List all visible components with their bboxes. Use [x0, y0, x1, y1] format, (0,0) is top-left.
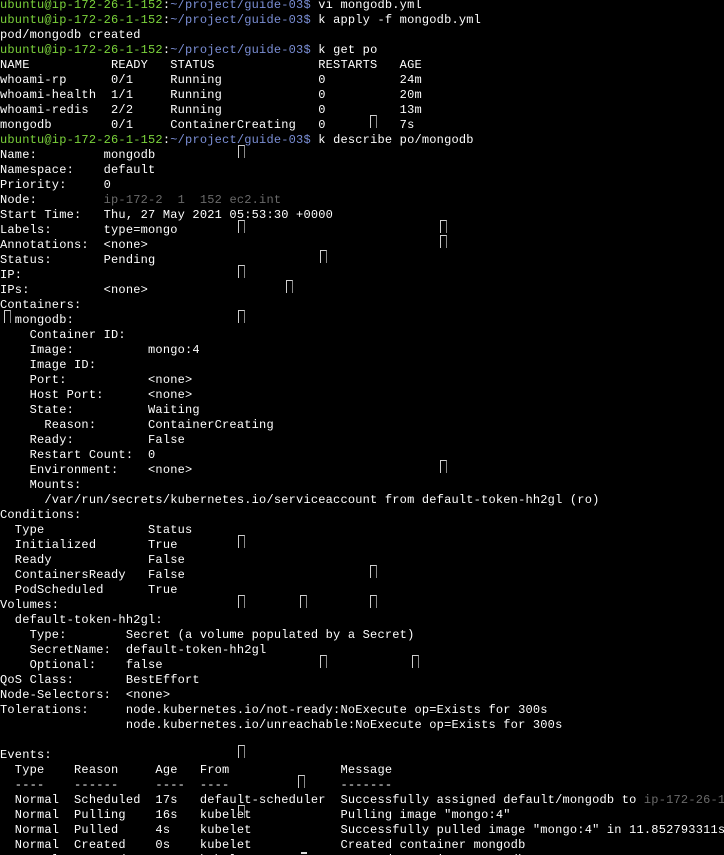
output-line: NAME READY STATUS RESTARTS AGE	[0, 58, 422, 72]
output-line: Node-Selectors: <none>	[0, 688, 171, 702]
cursor-artifact	[298, 775, 305, 788]
output-text: Node:	[0, 193, 104, 207]
prompt-path: ~/project/guide-03$	[170, 13, 311, 27]
output-line: Type Reason Age From Message	[0, 763, 393, 777]
cursor-artifact	[238, 745, 245, 758]
prompt-line: ubuntu@ip-172-26-1-152:~/project/guide-0…	[0, 43, 377, 58]
cursor-artifact	[4, 310, 11, 323]
output-line: Type: Secret (a volume populated by a Se…	[0, 628, 415, 642]
output-line: ---- ------ ---- ---- -------	[0, 778, 393, 792]
output-line: Tolerations: node.kubernetes.io/not-read…	[0, 703, 548, 717]
output-line: Annotations: <none>	[0, 238, 149, 252]
output-line: Container ID:	[0, 328, 126, 342]
cursor-artifact	[238, 535, 245, 548]
output-line: Normal Scheduled 17s default-scheduler S…	[0, 793, 724, 808]
cursor-artifact	[370, 565, 377, 578]
prompt-path: ~/project/guide-03$	[170, 43, 311, 57]
prompt-user: ubuntu@ip-172-26-1-152	[0, 0, 163, 12]
output-line: default-token-hh2gl:	[0, 613, 163, 627]
output-line: IP:	[0, 268, 23, 282]
output-text: Normal Scheduled 17s default-scheduler S…	[0, 793, 644, 807]
output-line: Volumes:	[0, 598, 60, 612]
prompt-user: ubuntu@ip-172-26-1-152	[0, 13, 163, 27]
prompt-user: ubuntu@ip-172-26-1-152	[0, 43, 163, 57]
command-text: k get po	[310, 43, 378, 57]
cursor-artifact	[300, 595, 307, 608]
output-line: Image: mongo:4	[0, 343, 200, 357]
output-line: Normal Pulling 16s kubelet Pulling image…	[0, 808, 511, 822]
output-line: ContainersReady False	[0, 568, 186, 582]
output-line: pod/mongodb created	[0, 28, 141, 42]
output-line: Conditions:	[0, 508, 82, 522]
cursor-artifact	[440, 220, 447, 233]
output-line: PodScheduled True	[0, 583, 178, 597]
output-line: Normal Pulled 4s kubelet Successfully pu…	[0, 823, 724, 837]
output-line: Initialized True	[0, 538, 178, 552]
prompt-line: ubuntu@ip-172-26-1-152:~/project/guide-0…	[0, 133, 474, 148]
cursor-artifact	[238, 220, 245, 233]
output-line: mongodb 0/1 ContainerCreating 0 7s	[0, 118, 415, 132]
prompt-path: ~/project/guide-03$	[170, 0, 311, 12]
output-line: Reason: ContainerCreating	[0, 418, 274, 432]
cursor-artifact	[320, 655, 327, 668]
output-line: Normal Created 0s kubelet Created contai…	[0, 838, 526, 852]
output-line: Environment: <none>	[0, 463, 193, 477]
cursor-artifact	[370, 115, 377, 128]
cursor-artifact	[320, 250, 327, 263]
cursor-artifact	[440, 460, 447, 473]
output-line: /var/run/secrets/kubernetes.io/serviceac…	[0, 493, 600, 507]
cursor-artifact	[412, 655, 419, 668]
output-line: Containers:	[0, 298, 82, 312]
output-line: Optional: false	[0, 658, 163, 672]
output-line: whoami-health 1/1 Running 0 20m	[0, 88, 422, 102]
cursor-artifact	[286, 280, 293, 293]
redacted-text: ip-172-2 1 152 ec2.int	[103, 193, 282, 207]
output-line: Host Port: <none>	[0, 388, 193, 402]
output-line: Mounts:	[0, 478, 82, 492]
output-line: Namespace: default	[0, 163, 156, 177]
cursor-artifact	[440, 235, 447, 248]
output-line: Restart Count: 0	[0, 448, 156, 462]
output-line: mongodb:	[0, 313, 75, 327]
output-line: whoami-redis 2/2 Running 0 13m	[0, 103, 422, 117]
cursor-artifact	[238, 265, 245, 278]
command-text: vi mongodb.yml	[310, 0, 422, 12]
output-line: Image ID:	[0, 358, 97, 372]
output-line: Type Status	[0, 523, 193, 537]
output-line: Labels: type=mongo	[0, 223, 178, 237]
output-line: SecretName: default-token-hh2gl	[0, 643, 267, 657]
output-line: Start Time: Thu, 27 May 2021 05:53:30 +0…	[0, 208, 334, 222]
terminal-window[interactable]: ubuntu@ip-172-26-1-152:~/project/guide-0…	[0, 0, 724, 855]
output-line: IPs: <none>	[0, 283, 149, 297]
cursor-artifact	[370, 595, 377, 608]
redacted-text: ip-172-26-1-152	[643, 793, 724, 807]
prompt-line: ubuntu@ip-172-26-1-152:~/project/guide-0…	[0, 13, 481, 28]
output-line: Name: mongodb	[0, 148, 156, 162]
command-text: k apply -f mongodb.yml	[310, 13, 482, 27]
output-line: Ready: False	[0, 433, 186, 447]
output-line: node.kubernetes.io/unreachable:NoExecute…	[0, 718, 563, 732]
output-line: Ready False	[0, 553, 186, 567]
output-line: whoami-rp 0/1 Running 0 24m	[0, 73, 422, 87]
command-text: k describe po/mongodb	[310, 133, 474, 147]
prompt-line: ubuntu@ip-172-26-1-152:~/project/guide-0…	[0, 0, 422, 13]
output-line: QoS Class: BestEffort	[0, 673, 200, 687]
output-line: State: Waiting	[0, 403, 200, 417]
output-line: Node: ip-172-2 1 152 ec2.int	[0, 193, 281, 208]
cursor-artifact	[238, 595, 245, 608]
terminal-cursor	[301, 852, 307, 854]
cursor-artifact	[238, 310, 245, 323]
cursor-artifact	[238, 805, 245, 818]
output-line: Events:	[0, 748, 52, 762]
output-line: Port: <none>	[0, 373, 193, 387]
output-line: Status: Pending	[0, 253, 156, 267]
cursor-artifact	[238, 145, 245, 158]
prompt-user: ubuntu@ip-172-26-1-152	[0, 133, 163, 147]
output-line: Priority: 0	[0, 178, 112, 192]
